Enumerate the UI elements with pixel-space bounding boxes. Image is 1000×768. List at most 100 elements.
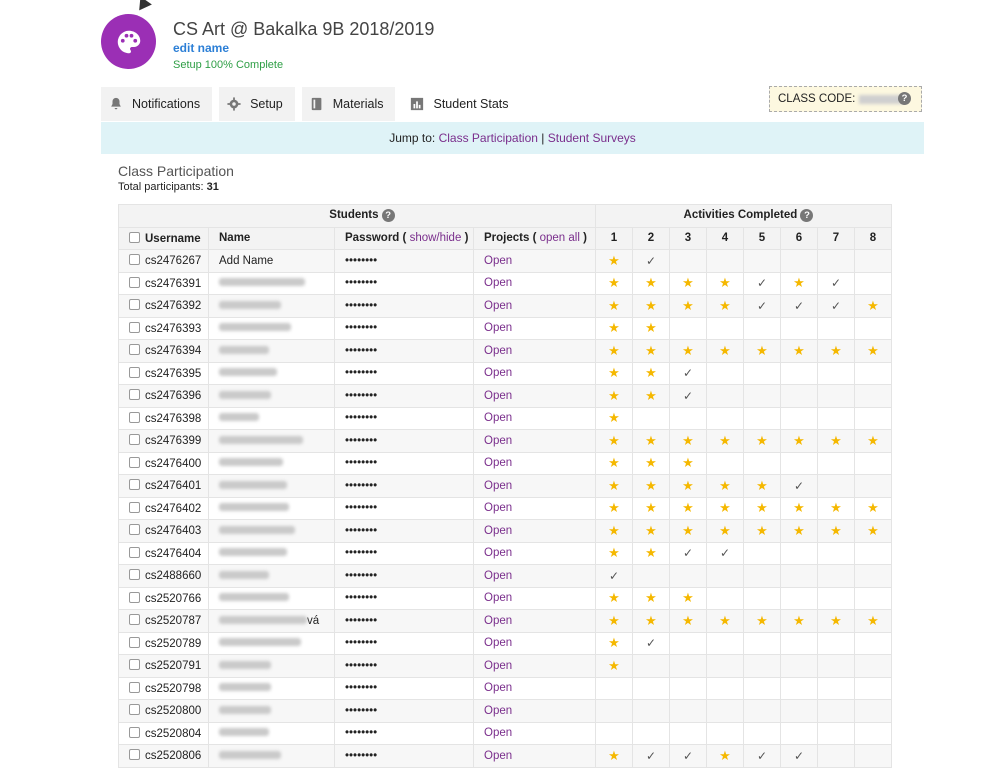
password-cell: ••••••••: [334, 609, 474, 633]
project-cell: Open: [473, 361, 596, 385]
open-project-link[interactable]: Open: [484, 480, 512, 492]
username-cell: cs2488660: [118, 564, 209, 588]
row-checkbox[interactable]: [129, 434, 140, 446]
open-project-link[interactable]: Open: [484, 750, 512, 762]
activity-cell: ✓: [780, 294, 818, 318]
activity-cell: ★: [595, 339, 633, 363]
row-checkbox[interactable]: [129, 254, 140, 266]
open-project-link[interactable]: Open: [484, 660, 512, 672]
open-project-link[interactable]: Open: [484, 615, 512, 627]
open-project-link[interactable]: Open: [484, 322, 512, 334]
activity-cell: ★: [595, 541, 633, 565]
activity-cell: ★: [743, 519, 781, 543]
row-checkbox[interactable]: [129, 389, 140, 401]
redacted-name: [219, 458, 283, 467]
row-checkbox[interactable]: [129, 704, 140, 716]
row-checkbox[interactable]: [129, 524, 140, 536]
row-checkbox[interactable]: [129, 546, 140, 558]
star-icon: ★: [608, 320, 620, 336]
row-checkbox[interactable]: [129, 321, 140, 333]
username: cs2476401: [145, 480, 202, 493]
password-cell: ••••••••: [334, 654, 474, 678]
redacted-name: [219, 615, 307, 624]
star-icon: ★: [719, 297, 731, 313]
tab-notifications[interactable]: Notifications: [101, 87, 213, 121]
project-cell: Open: [473, 429, 596, 453]
row-checkbox[interactable]: [129, 299, 140, 311]
open-project-link[interactable]: Open: [484, 255, 512, 267]
row-checkbox[interactable]: [129, 681, 140, 693]
tab-student-stats[interactable]: Student Stats: [402, 87, 521, 121]
row-checkbox[interactable]: [129, 659, 140, 671]
row-checkbox[interactable]: [129, 501, 140, 513]
student-name[interactable]: Add Name: [219, 255, 273, 267]
open-project-link[interactable]: Open: [484, 525, 512, 537]
star-icon: ★: [793, 500, 805, 516]
row-checkbox[interactable]: [129, 456, 140, 468]
activity-cell: [817, 249, 855, 273]
activity-cell: [854, 654, 892, 678]
row-checkbox[interactable]: [129, 411, 140, 423]
activity-cell: ★: [817, 429, 855, 453]
password-cell: ••••••••: [334, 631, 474, 655]
username: cs2520798: [145, 682, 202, 695]
activity-cell: ★: [632, 316, 670, 340]
open-project-link[interactable]: Open: [484, 412, 512, 424]
edit-name-link[interactable]: edit name: [173, 41, 229, 55]
row-checkbox[interactable]: [129, 636, 140, 648]
star-icon: ★: [608, 522, 620, 538]
password-cell: ••••••••: [334, 496, 474, 520]
activity-cell: [595, 699, 633, 723]
open-project-link[interactable]: Open: [484, 345, 512, 357]
open-project-link[interactable]: Open: [484, 502, 512, 514]
check-icon: ✓: [682, 546, 694, 561]
tab-materials[interactable]: Materials: [301, 87, 396, 121]
col-username: Username: [118, 226, 209, 250]
open-project-link[interactable]: Open: [484, 277, 512, 289]
username: cs2476393: [145, 322, 202, 335]
open-project-link[interactable]: Open: [484, 727, 512, 739]
section-title: Class Participation: [118, 163, 234, 179]
open-project-link[interactable]: Open: [484, 300, 512, 312]
name-cell: [208, 496, 335, 520]
username: cs2520804: [145, 727, 202, 740]
check-icon: ✓: [830, 298, 842, 313]
jump-student-surveys-link[interactable]: Student Surveys: [548, 131, 636, 145]
activity-cell: [669, 406, 707, 430]
open-project-link[interactable]: Open: [484, 547, 512, 559]
help-icon[interactable]: ?: [800, 209, 814, 223]
open-project-link[interactable]: Open: [484, 592, 512, 604]
row-checkbox[interactable]: [129, 614, 140, 626]
select-all-checkbox[interactable]: [129, 231, 140, 243]
check-icon: ✓: [608, 568, 620, 583]
row-checkbox[interactable]: [129, 366, 140, 378]
open-project-link[interactable]: Open: [484, 435, 512, 447]
open-project-link[interactable]: Open: [484, 390, 512, 402]
help-icon[interactable]: ?: [381, 209, 395, 223]
row-checkbox[interactable]: [129, 726, 140, 738]
open-project-link[interactable]: Open: [484, 570, 512, 582]
project-cell: Open: [473, 339, 596, 363]
name-cell: [208, 406, 335, 430]
redacted-name: [219, 413, 259, 422]
row-checkbox[interactable]: [129, 749, 140, 761]
show-hide-link[interactable]: show/hide: [410, 232, 462, 244]
jump-class-participation-link[interactable]: Class Participation: [439, 131, 538, 145]
open-all-link[interactable]: open all: [540, 232, 580, 244]
col-activity-6: 6: [780, 226, 818, 250]
row-checkbox[interactable]: [129, 569, 140, 581]
row-checkbox[interactable]: [129, 591, 140, 603]
open-project-link[interactable]: Open: [484, 705, 512, 717]
row-checkbox[interactable]: [129, 276, 140, 288]
help-icon[interactable]: ?: [898, 92, 911, 105]
redacted-name: [219, 345, 269, 354]
open-project-link[interactable]: Open: [484, 367, 512, 379]
tab-setup[interactable]: Setup: [219, 87, 295, 121]
open-project-link[interactable]: Open: [484, 682, 512, 694]
open-project-link[interactable]: Open: [484, 457, 512, 469]
row-checkbox[interactable]: [129, 344, 140, 356]
open-project-link[interactable]: Open: [484, 637, 512, 649]
activity-cell: [780, 654, 818, 678]
table-row: cs2476396 •••••••• Open ★ ★ ✓: [118, 384, 892, 408]
row-checkbox[interactable]: [129, 479, 140, 491]
